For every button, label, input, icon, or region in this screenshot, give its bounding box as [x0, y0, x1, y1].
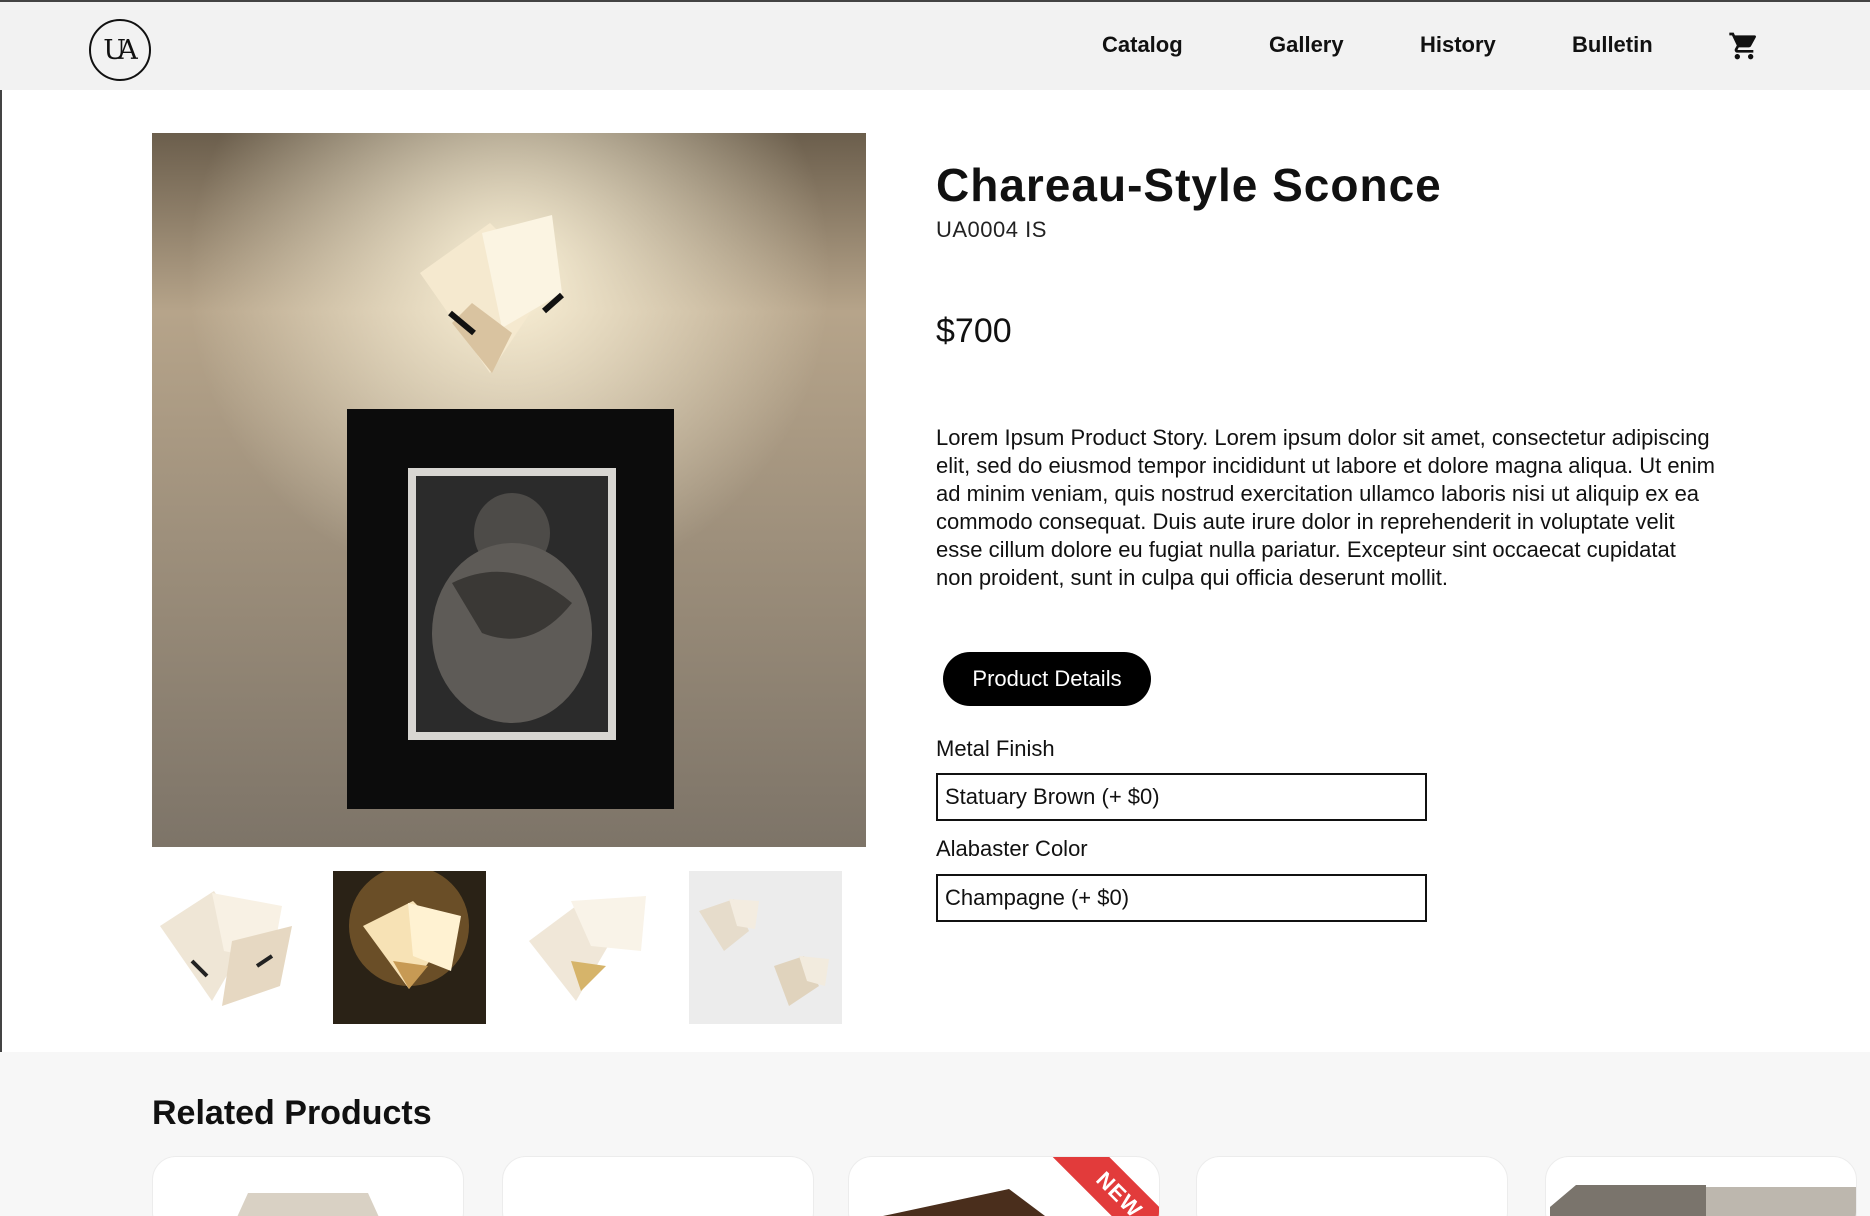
- product-title: Chareau-Style Sconce: [936, 159, 1442, 211]
- related-product-card[interactable]: [152, 1156, 464, 1216]
- product-details-button[interactable]: Product Details: [943, 652, 1151, 706]
- alabaster-color-label: Alabaster Color: [936, 836, 1088, 861]
- thumbnail-3[interactable]: [511, 871, 664, 1024]
- thumbnail-4[interactable]: [689, 871, 842, 1024]
- metal-finish-select[interactable]: Statuary Brown (+ $0): [936, 773, 1427, 821]
- nav-gallery[interactable]: Gallery: [1269, 32, 1344, 62]
- related-product-card[interactable]: NEW: [848, 1156, 1160, 1216]
- nav-history[interactable]: History: [1420, 32, 1496, 62]
- related-product-card[interactable]: [502, 1156, 814, 1216]
- related-product-card[interactable]: [1196, 1156, 1508, 1216]
- nav-catalog[interactable]: Catalog: [1102, 32, 1183, 62]
- related-product-card[interactable]: [1545, 1156, 1857, 1216]
- thumbnail-1[interactable]: [152, 871, 305, 1024]
- page-edge: [0, 0, 2, 1216]
- alabaster-color-select[interactable]: Champagne (+ $0): [936, 874, 1427, 922]
- metal-finish-label: Metal Finish: [936, 736, 1055, 761]
- logo-monogram: UA: [103, 34, 138, 66]
- site-logo[interactable]: UA: [89, 19, 151, 81]
- product-description: Lorem Ipsum Product Story. Lorem ipsum d…: [936, 425, 1716, 590]
- product-sku: UA0004 IS: [936, 217, 1047, 242]
- product-price: $700: [936, 312, 1012, 350]
- nav-bulletin[interactable]: Bulletin: [1572, 32, 1653, 62]
- product-main-image[interactable]: [152, 133, 866, 847]
- site-header: UA Catalog Gallery History Bulletin: [0, 0, 1870, 90]
- thumbnail-2[interactable]: [333, 871, 486, 1024]
- cart-icon[interactable]: [1728, 30, 1760, 62]
- related-products-title: Related Products: [152, 1094, 432, 1132]
